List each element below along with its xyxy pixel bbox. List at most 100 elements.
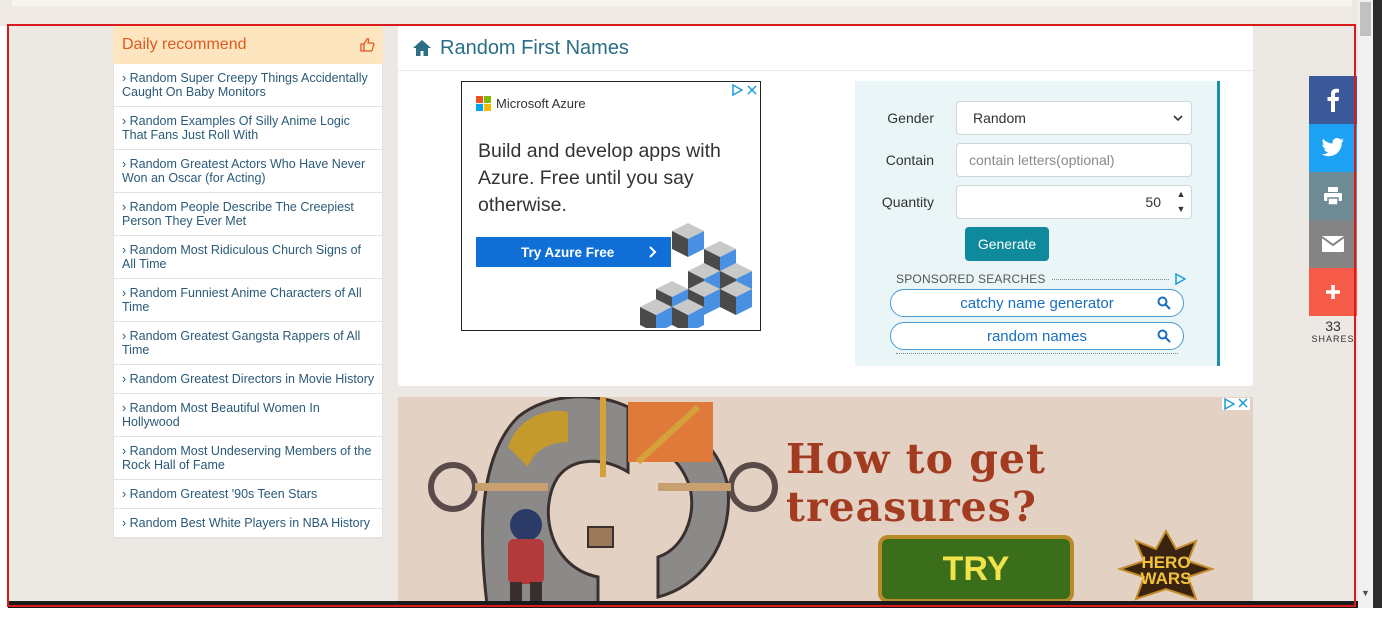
recommend-item[interactable]: › Random Examples Of Silly Anime Logic T…: [114, 107, 382, 150]
page-content: Daily recommend › Random Super Creepy Th…: [8, 26, 1358, 608]
chevron-right-icon: ›: [122, 157, 130, 171]
page-title: Random First Names: [440, 36, 629, 59]
recommend-item-label: Random People Describe The Creepiest Per…: [122, 200, 354, 228]
recommend-item-label: Random Greatest Actors Who Have Never Wo…: [122, 157, 366, 185]
azure-ad[interactable]: Microsoft Azure Build and develop apps w…: [461, 81, 761, 331]
facebook-icon: [1327, 88, 1339, 112]
chevron-right-icon: ›: [122, 372, 130, 386]
generate-button[interactable]: Generate: [965, 227, 1049, 261]
email-icon: [1322, 236, 1344, 252]
search-icon: [1157, 329, 1171, 343]
facebook-share-button[interactable]: [1309, 76, 1357, 124]
dotted-divider: [1051, 278, 1169, 280]
close-ad-icon[interactable]: [1238, 398, 1248, 408]
print-share-button[interactable]: [1309, 172, 1357, 220]
recommend-list: › Random Super Creepy Things Accidentall…: [113, 64, 383, 539]
dotted-divider: [896, 353, 1178, 354]
game-ad[interactable]: How to get treasures? TRY HERO WARS: [398, 397, 1253, 608]
sponsored-search-1-label: catchy name generator: [960, 294, 1114, 312]
spin-down-icon[interactable]: ▼: [1173, 203, 1189, 216]
chevron-right-icon: ›: [122, 516, 130, 530]
scrollbar-thumb[interactable]: [1360, 2, 1371, 36]
contain-input[interactable]: contain letters(optional): [956, 143, 1192, 177]
recommend-item[interactable]: › Random Funniest Anime Characters of Al…: [114, 279, 382, 322]
hero-wars-logo: HERO WARS: [1116, 554, 1216, 588]
recommend-item-label: Random Best White Players in NBA History: [129, 516, 371, 530]
microsoft-logo-icon: [476, 96, 491, 111]
chevron-right-icon: ›: [122, 286, 130, 300]
recommend-item-label: Random Greatest Directors in Movie Histo…: [129, 372, 375, 386]
chevron-right-icon: ›: [122, 243, 130, 257]
sponsored-search-1[interactable]: catchy name generator: [890, 289, 1184, 317]
quantity-spinner[interactable]: ▲ ▼: [1173, 188, 1189, 216]
chevron-right-icon: ›: [122, 114, 130, 128]
hero-wars-line2: WARS: [1140, 569, 1192, 588]
adchoices-icon[interactable]: [1224, 398, 1235, 410]
adchoices-icon[interactable]: [732, 84, 743, 96]
quantity-row: Quantity 50 ▲ ▼: [855, 185, 1200, 219]
recommend-item[interactable]: › Random Super Creepy Things Accidentall…: [114, 64, 382, 107]
quantity-value: 50: [1145, 194, 1161, 210]
plus-icon: [1326, 285, 1340, 299]
sponsored-searches-header: SPONSORED SEARCHES: [896, 272, 1186, 286]
twitter-share-button[interactable]: [1309, 124, 1357, 172]
ad-headline: Build and develop apps with Azure. Free …: [478, 140, 721, 216]
more-share-button[interactable]: [1309, 268, 1357, 316]
recommend-item[interactable]: › Random Greatest Actors Who Have Never …: [114, 150, 382, 193]
thumbs-up-icon: [360, 37, 375, 52]
generator-panel: Gender Random Contain contain letters(op…: [855, 81, 1220, 366]
recommend-item-label: Random Greatest Gangsta Rappers of All T…: [122, 329, 361, 357]
vertical-scrollbar[interactable]: ▼: [1358, 0, 1373, 608]
recommend-item[interactable]: › Random Best White Players in NBA Histo…: [114, 509, 382, 538]
share-label: SHARES: [1311, 334, 1355, 344]
puzzle-pipe-illustration: [428, 397, 778, 608]
email-share-button[interactable]: [1309, 220, 1357, 268]
gender-row: Gender Random: [855, 101, 1200, 135]
recommend-item[interactable]: › Random Most Undeserving Members of the…: [114, 437, 382, 480]
recommend-item-label: Random Examples Of Silly Anime Logic Tha…: [122, 114, 350, 142]
recommend-item[interactable]: › Random Greatest Gangsta Rappers of All…: [114, 322, 382, 365]
close-ad-icon[interactable]: [747, 85, 757, 95]
gender-select[interactable]: Random: [956, 101, 1192, 135]
quantity-label: Quantity: [881, 194, 934, 210]
share-count: 33: [1325, 318, 1341, 334]
daily-recommend-title: Daily recommend: [122, 36, 247, 53]
ad-choices[interactable]: [732, 84, 757, 96]
recommend-item[interactable]: › Random People Describe The Creepiest P…: [114, 193, 382, 236]
recommend-item-label: Random Most Ridiculous Church Signs of A…: [122, 243, 361, 271]
ad-brand: Microsoft Azure: [496, 96, 586, 111]
try-azure-label: Try Azure Free: [521, 244, 615, 260]
azure-ad-logo: Microsoft Azure: [476, 96, 586, 111]
spin-up-icon[interactable]: ▲: [1173, 188, 1189, 201]
contain-label: Contain: [885, 152, 934, 168]
recommend-item[interactable]: › Random Greatest Directors in Movie His…: [114, 365, 382, 394]
daily-recommend-panel: Daily recommend › Random Super Creepy Th…: [113, 26, 383, 608]
game-ad-choices[interactable]: [1222, 398, 1250, 410]
search-icon: [1157, 296, 1171, 310]
chevron-right-icon: ›: [122, 401, 130, 415]
recommend-item-label: Random Most Undeserving Members of the R…: [122, 444, 372, 472]
recommend-item-label: Random Super Creepy Things Accidentally …: [122, 71, 368, 99]
main-panel: Random First Names Microsoft Azure Build…: [398, 26, 1253, 386]
recommend-item[interactable]: › Random Greatest '90s Teen Stars: [114, 480, 382, 509]
cubes-illustration: [640, 223, 752, 328]
title-row: Random First Names: [398, 26, 1253, 71]
chevron-right-icon: ›: [122, 71, 130, 85]
recommend-item-label: Random Greatest '90s Teen Stars: [129, 487, 318, 501]
scroll-down-arrow-icon[interactable]: ▼: [1361, 588, 1370, 598]
sponsored-search-2[interactable]: random names: [890, 322, 1184, 350]
chevron-down-icon: [1173, 115, 1183, 122]
top-strip: [0, 0, 1358, 26]
chevron-right-icon: ›: [122, 487, 130, 501]
adchoices-icon[interactable]: [1175, 273, 1186, 285]
recommend-item-label: Random Funniest Anime Characters of All …: [122, 286, 362, 314]
game-ad-headline: How to get treasures?: [786, 435, 1046, 531]
twitter-icon: [1321, 138, 1344, 157]
recommend-item[interactable]: › Random Most Ridiculous Church Signs of…: [114, 236, 382, 279]
sponsored-search-2-label: random names: [986, 327, 1088, 345]
recommend-item-label: Random Most Beautiful Women In Hollywood: [122, 401, 320, 429]
chevron-right-icon: ›: [122, 444, 130, 458]
recommend-item[interactable]: › Random Most Beautiful Women In Hollywo…: [114, 394, 382, 437]
try-game-button[interactable]: TRY: [878, 535, 1074, 603]
quantity-stepper[interactable]: 50 ▲ ▼: [956, 185, 1192, 219]
